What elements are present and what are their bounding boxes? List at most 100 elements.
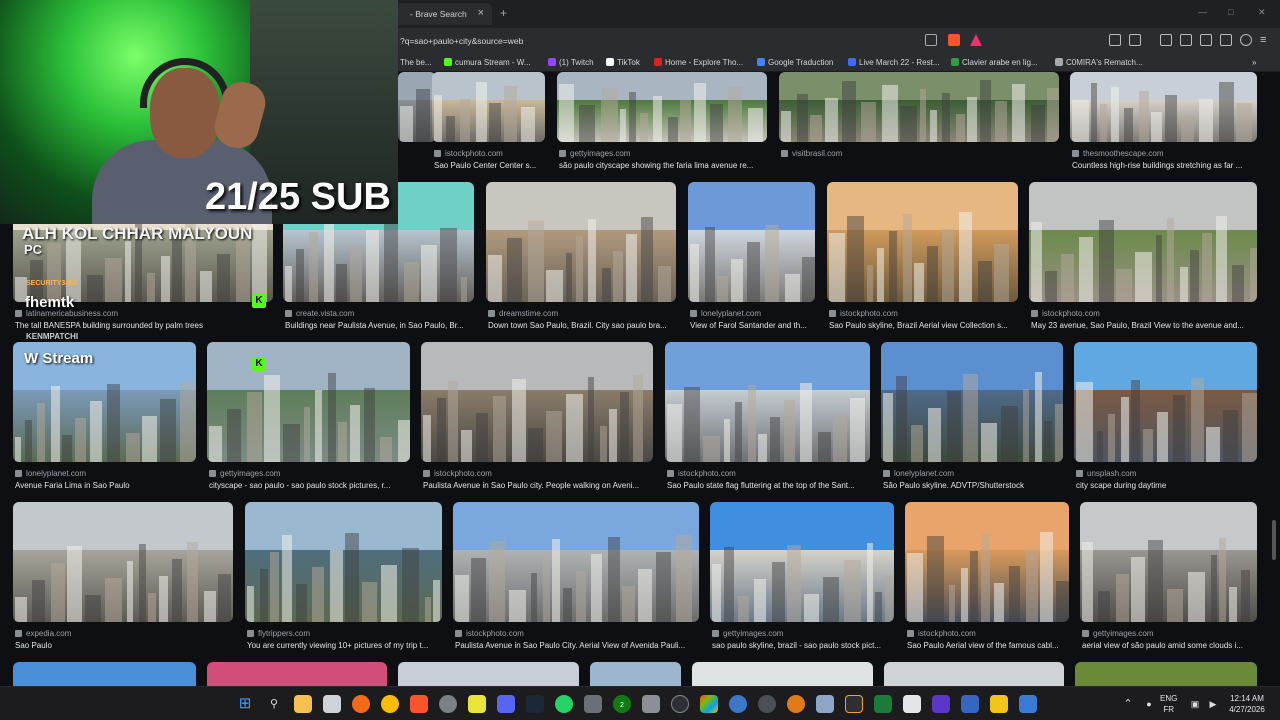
result-source[interactable]: unsplash.com [1076, 469, 1136, 478]
result-caption[interactable]: cityscape - sao paulo - sao paulo stock … [209, 481, 412, 490]
result-source[interactable]: istockphoto.com [667, 469, 736, 478]
bookmark-item[interactable]: Home - Explore Tho... [654, 58, 743, 67]
blender-icon[interactable] [787, 695, 805, 713]
image-result-card[interactable] [692, 662, 873, 686]
address-bar[interactable]: ?q=sao+paulo+city&source=web [392, 32, 992, 50]
result-source[interactable]: gettyimages.com [712, 629, 783, 638]
scrollbar[interactable] [1272, 520, 1276, 560]
bookmark-item[interactable]: Clavier arabe en lig... [951, 58, 1038, 67]
result-source[interactable]: visitbrasil.com [781, 149, 842, 158]
app-icon[interactable] [903, 695, 921, 713]
image-result-card[interactable]: istockphoto.com Paulista Avenue in Sao Pa… [453, 502, 699, 658]
result-caption[interactable]: city scape during daytime [1076, 481, 1259, 490]
maximize-icon[interactable]: □ [1228, 7, 1233, 17]
result-caption[interactable]: Sao Paulo [15, 641, 235, 650]
bookmark-item[interactable]: Google Traduction [757, 58, 833, 67]
result-source[interactable]: thesmoothescape.com [1072, 149, 1164, 158]
close-window-icon[interactable]: ✕ [1258, 7, 1266, 18]
image-result-card[interactable]: lonelyplanet.com São Paulo skyline. ADVTP… [881, 342, 1063, 498]
app-icon[interactable] [961, 695, 979, 713]
result-caption[interactable]: sao paulo skyline, brazil - sao paulo st… [712, 641, 896, 650]
bookmark-item[interactable]: TikTok [606, 58, 640, 67]
result-caption[interactable]: Countless high-rise buildings stretching… [1072, 161, 1259, 170]
result-source[interactable]: istockphoto.com [907, 629, 976, 638]
whatsapp-icon[interactable] [555, 695, 573, 713]
app-icon[interactable] [671, 695, 689, 713]
image-result-card[interactable] [398, 72, 436, 178]
screenshot-icon[interactable] [1129, 34, 1141, 46]
image-result-card[interactable] [590, 662, 681, 686]
bookmark-item[interactable]: (1) Twitch [548, 58, 594, 67]
app-icon[interactable] [468, 695, 486, 713]
result-caption[interactable]: São Paulo skyline. ADVTP/Shutterstock [883, 481, 1065, 490]
app-icon[interactable] [932, 695, 950, 713]
app-icon[interactable] [816, 695, 834, 713]
image-result-card[interactable]: dreamstime.com Down town Sao Paulo, Brazi… [486, 182, 676, 338]
app-icon[interactable] [874, 695, 892, 713]
image-result-card[interactable]: flytrippers.com You are currently viewing… [245, 502, 442, 658]
tab-close-icon[interactable]: × [478, 7, 484, 19]
result-caption[interactable]: May 23 avenue, Sao Paulo, Brazil View to… [1031, 321, 1259, 330]
search-icon[interactable]: ⚲ [265, 695, 283, 713]
volume-icon[interactable]: ▶ [1204, 695, 1222, 713]
result-source[interactable]: expedia.com [15, 629, 71, 638]
brave-icon[interactable] [410, 695, 428, 713]
app-icon[interactable] [323, 695, 341, 713]
result-caption[interactable]: View of Farol Santander and th... [690, 321, 817, 330]
result-source[interactable]: istockphoto.com [455, 629, 524, 638]
new-tab-button[interactable]: + [500, 6, 507, 20]
result-caption[interactable]: Sao Paulo skyline, Brazil Aerial view Co… [829, 321, 1020, 330]
image-result-card[interactable] [398, 662, 579, 686]
image-result-card[interactable]: gettyimages.com aerial view of são paulo … [1080, 502, 1257, 658]
discord-icon[interactable] [497, 695, 515, 713]
image-result-card[interactable]: expedia.com Sao Paulo [13, 502, 233, 658]
bookmark-item[interactable]: cumura Stream - W... [444, 58, 531, 67]
result-source[interactable]: istockphoto.com [423, 469, 492, 478]
result-source[interactable]: dreamstime.com [488, 309, 558, 318]
app-icon[interactable] [990, 695, 1008, 713]
image-result-card[interactable]: istockphoto.com Sao Paulo Aerial view of … [905, 502, 1069, 658]
microphone-icon[interactable]: ● [1140, 695, 1158, 713]
music-icon[interactable] [1160, 34, 1172, 46]
app-icon[interactable] [758, 695, 776, 713]
image-result-card[interactable]: istockphoto.com May 23 avenue, Sao Paulo,… [1029, 182, 1257, 338]
image-result-card[interactable]: gettyimages.com sao paulo skyline, brazil… [710, 502, 894, 658]
app-icon[interactable] [845, 695, 863, 713]
bookmark-item[interactable]: C0MIRA's Rematch... [1055, 58, 1143, 67]
result-caption[interactable]: aerial view of são paulo amid some cloud… [1082, 641, 1259, 650]
result-caption[interactable]: são paulo cityscape showing the faria li… [559, 161, 769, 170]
network-icon[interactable]: ▣ [1186, 695, 1204, 713]
result-source[interactable]: istockphoto.com [829, 309, 898, 318]
app-icon[interactable] [642, 695, 660, 713]
result-source[interactable]: lonelyplanet.com [15, 469, 86, 478]
image-result-card[interactable]: gettyimages.com cityscape - sao paulo - s… [207, 342, 410, 498]
result-source[interactable]: gettyimages.com [1082, 629, 1153, 638]
chrome-icon[interactable] [381, 695, 399, 713]
result-source[interactable]: flytrippers.com [247, 629, 310, 638]
wallet-icon[interactable] [1200, 34, 1212, 46]
menu-icon[interactable]: ≡ [1260, 34, 1272, 46]
image-result-card[interactable]: unsplash.com city scape during daytime [1074, 342, 1257, 498]
bookmarks-overflow-icon[interactable]: » [1252, 58, 1256, 67]
tab-brave-search[interactable]: - Brave Search × [392, 3, 492, 25]
app-icon[interactable] [729, 695, 747, 713]
image-result-card[interactable] [207, 662, 387, 686]
result-caption[interactable]: Sao Paulo Aerial view of the famous cabl… [907, 641, 1071, 650]
leo-ai-icon[interactable] [1220, 34, 1232, 46]
tray-overflow-icon[interactable]: ⌃ [1119, 695, 1137, 713]
result-source[interactable]: lonelyplanet.com [690, 309, 761, 318]
sidebar-icon[interactable] [1180, 34, 1192, 46]
result-caption[interactable]: Sao Paulo Center Center s... [434, 161, 547, 170]
brave-shields-icon[interactable] [948, 34, 960, 46]
image-result-card[interactable]: istockphoto.com Sao Paulo skyline, Brazil… [827, 182, 1018, 338]
result-source[interactable]: gettyimages.com [209, 469, 280, 478]
steam-icon[interactable] [526, 695, 544, 713]
image-result-card[interactable] [13, 662, 196, 686]
result-source[interactable]: create.vista.com [285, 309, 354, 318]
obs-icon[interactable] [439, 695, 457, 713]
result-caption[interactable]: Paulista Avenue in Sao Paulo city. Peopl… [423, 481, 655, 490]
xbox-icon[interactable]: 2 [613, 695, 631, 713]
minimize-icon[interactable]: — [1198, 7, 1207, 17]
result-source[interactable]: lonelyplanet.com [883, 469, 954, 478]
result-caption[interactable]: Avenue Faria Lima in Sao Paulo [15, 481, 198, 490]
